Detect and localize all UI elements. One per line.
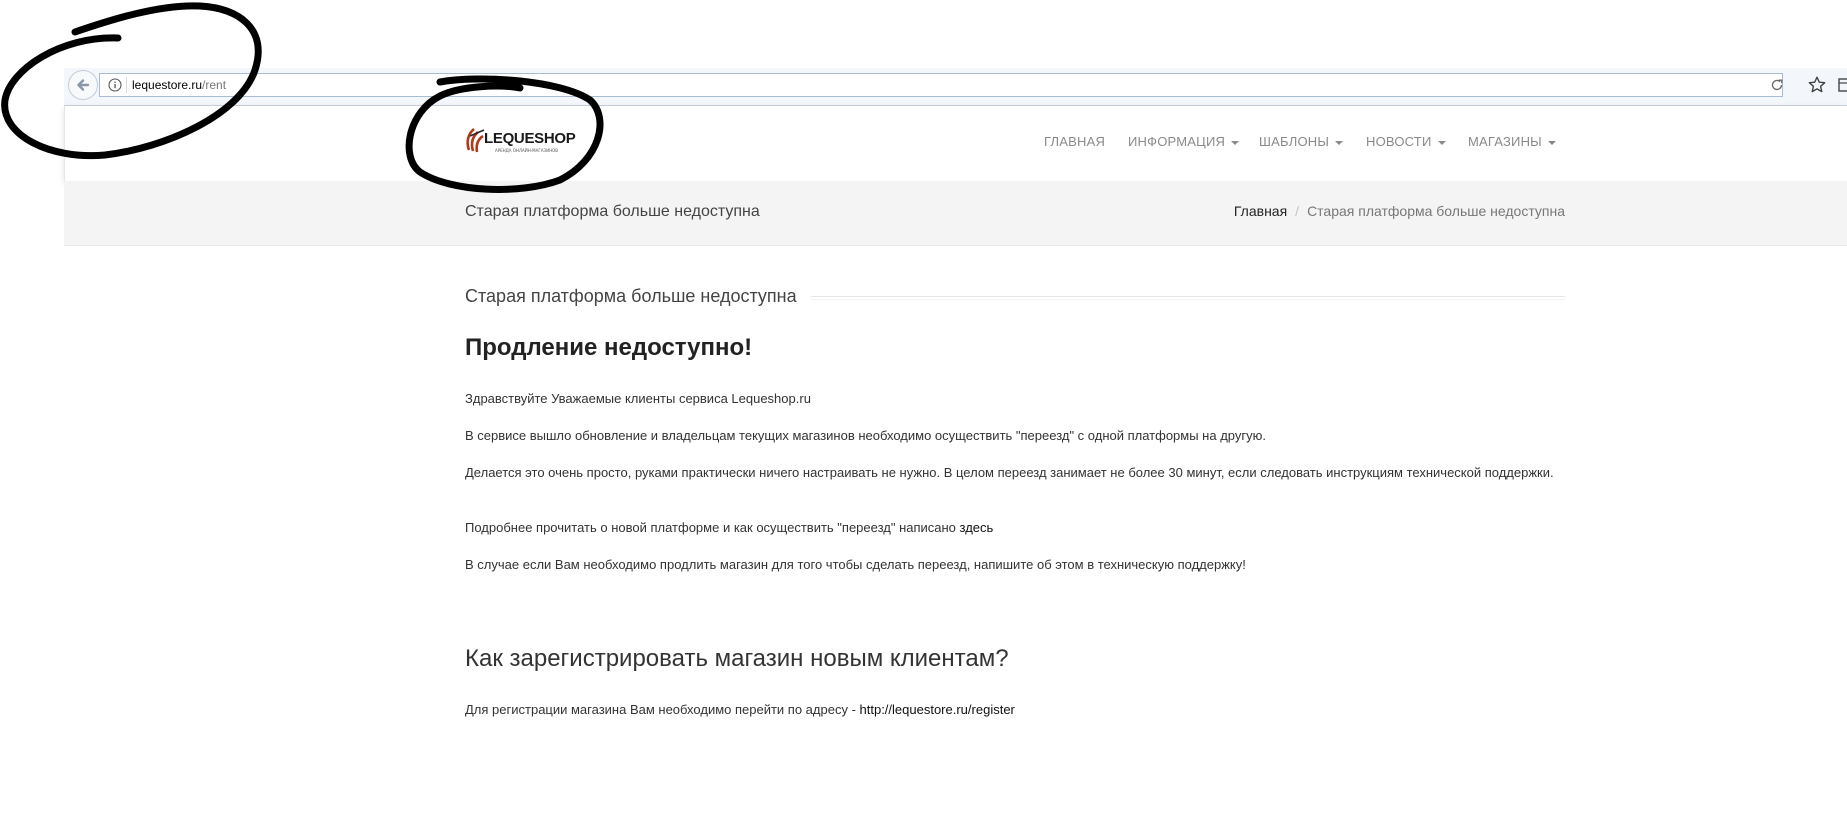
nav-label: НОВОСТИ — [1366, 134, 1432, 149]
nav-item-info[interactable]: ИНФОРМАЦИЯ — [1128, 134, 1240, 149]
section-heading: Старая платформа больше недоступна — [465, 280, 1565, 310]
browser-menu-icon[interactable] — [1838, 77, 1847, 93]
nav-label: ШАБЛОНЫ — [1259, 134, 1330, 149]
url-text[interactable]: lequestore.ru/rent — [132, 77, 226, 93]
register-link[interactable]: http://lequestore.ru/register — [860, 702, 1015, 717]
info-icon[interactable] — [106, 76, 124, 94]
url-path: /rent — [202, 78, 227, 92]
logo-tagline: АРЕНДА ОНЛАЙН-МАГАЗИНОВ — [495, 148, 558, 153]
logo-text: LEQUESHOP — [484, 130, 576, 147]
paragraph-register: Для регистрации магазина Вам необходимо … — [465, 701, 1565, 719]
breadcrumb-home-link[interactable]: Главная — [1234, 203, 1287, 219]
arrow-left-icon — [77, 79, 90, 91]
chevron-down-icon — [1547, 140, 1556, 145]
site-header — [64, 106, 1847, 181]
address-bar-divider — [126, 77, 127, 93]
paragraph-extend: В случае если Вам необходимо продлить ма… — [465, 557, 1246, 572]
nav-label: ГЛАВНАЯ — [1044, 134, 1106, 149]
paragraph-more-info-text: Подробнее прочитать о новой платформе и … — [465, 520, 960, 535]
nav-item-templates[interactable]: ШАБЛОНЫ — [1259, 134, 1344, 149]
nav-item-shops[interactable]: МАГАЗИНЫ — [1468, 134, 1556, 149]
page-title-band — [64, 181, 1847, 246]
paragraph-easy-move: Делается это очень просто, руками практи… — [465, 465, 1554, 480]
nav-label: ИНФОРМАЦИЯ — [1128, 134, 1226, 149]
reload-icon[interactable] — [1768, 76, 1786, 94]
nav-item-home[interactable]: ГЛАВНАЯ — [1044, 134, 1105, 149]
bookmark-star-icon[interactable] — [1805, 73, 1829, 97]
url-host: lequestore.ru — [132, 78, 203, 92]
paragraph-more-info: Подробнее прочитать о новой платформе и … — [465, 519, 1565, 537]
main-content: Старая платформа больше недоступна Продл… — [465, 280, 1565, 717]
site-logo[interactable]: LEQUESHOP АРЕНДА ОНЛАЙН-МАГАЗИНОВ — [462, 118, 576, 160]
register-heading: Как зарегистрировать магазин новым клиен… — [465, 645, 1009, 672]
chevron-down-icon — [1335, 140, 1344, 145]
breadcrumb-separator: / — [1295, 203, 1300, 219]
chevron-down-icon — [1437, 140, 1446, 145]
address-bar[interactable] — [99, 73, 1783, 97]
paragraph-greeting: Здравствуйте Уважаемые клиенты сервиса L… — [465, 391, 811, 406]
paragraph-update: В сервисе вышло обновление и владельцам … — [465, 428, 1266, 443]
section-heading-text: Старая платформа больше недоступна — [465, 286, 811, 307]
headline: Продление недоступно! — [465, 334, 753, 361]
nav-item-news[interactable]: НОВОСТИ — [1366, 134, 1446, 149]
breadcrumb-current: Старая платформа больше недоступна — [1307, 203, 1565, 219]
chevron-down-icon — [1231, 140, 1240, 145]
nav-label: МАГАЗИНЫ — [1468, 134, 1542, 149]
page-title: Старая платформа больше недоступна — [465, 203, 760, 220]
breadcrumb: Главная / Старая платформа больше недоступ… — [1234, 203, 1565, 219]
paragraph-register-text: Для регистрации магазина Вам необходимо … — [465, 702, 860, 717]
back-button[interactable] — [68, 70, 98, 100]
here-link[interactable]: здесь — [960, 520, 994, 535]
